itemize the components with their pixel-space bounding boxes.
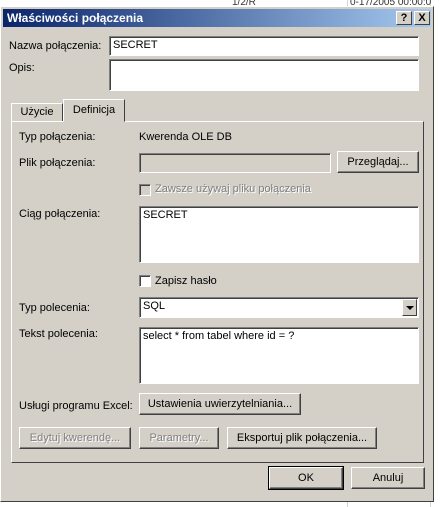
save-password-checkbox[interactable] xyxy=(139,275,151,287)
connection-type-value: Kwerenda OLE DB xyxy=(139,131,232,143)
tab-definition[interactable]: Definicja xyxy=(63,99,125,122)
connection-type-label: Typ połączenia: xyxy=(19,131,96,143)
close-button[interactable]: X xyxy=(414,11,430,25)
excel-services-label: Usługi programu Excel: xyxy=(19,400,133,412)
command-type-label: Typ polecenia: xyxy=(19,302,90,314)
always-use-file-label: Zawsze używaj pliku połączenia xyxy=(155,183,311,195)
command-type-value: SQL xyxy=(143,300,166,312)
connection-name-label: Nazwa połączenia: xyxy=(9,40,102,52)
title-bar[interactable]: Właściwości połączenia ? X xyxy=(3,9,431,27)
ok-button[interactable]: OK xyxy=(268,466,344,490)
connection-file-label: Plik połączenia: xyxy=(19,157,96,169)
connection-file-input[interactable] xyxy=(139,153,331,173)
description-input[interactable] xyxy=(109,59,419,91)
help-button[interactable]: ? xyxy=(396,11,412,25)
dialog-title: Właściwości połączenia xyxy=(7,11,144,25)
connection-string-textarea[interactable]: SECRET xyxy=(139,206,419,263)
connection-string-label: Ciąg połączenia: xyxy=(19,208,101,220)
always-use-file-checkbox[interactable] xyxy=(139,184,151,196)
cancel-button[interactable]: Anuluj xyxy=(351,467,425,489)
command-text-textarea[interactable]: select * from tabel where id = ? xyxy=(139,327,419,384)
tab-usage[interactable]: Użycie xyxy=(11,103,63,121)
command-type-select[interactable]: SQL xyxy=(139,297,419,318)
save-password-label: Zapisz hasło xyxy=(155,275,217,287)
parameters-button[interactable]: Parametry... xyxy=(139,427,219,449)
description-label: Opis: xyxy=(9,62,35,74)
browse-button[interactable]: Przeglądaj... xyxy=(337,151,419,173)
connection-name-input[interactable]: SECRET xyxy=(109,36,419,56)
chevron-down-icon[interactable] xyxy=(402,299,417,316)
export-connection-file-button[interactable]: Eksportuj plik połączenia... xyxy=(227,427,377,449)
connection-properties-dialog: Właściwości połączenia ? X Nazwa połącze… xyxy=(0,6,434,502)
command-text-label: Tekst polecenia: xyxy=(19,328,98,340)
edit-query-button[interactable]: Edytuj kwerendę... xyxy=(19,427,131,449)
auth-settings-button[interactable]: Ustawienia uwierzytelniania... xyxy=(139,393,301,415)
